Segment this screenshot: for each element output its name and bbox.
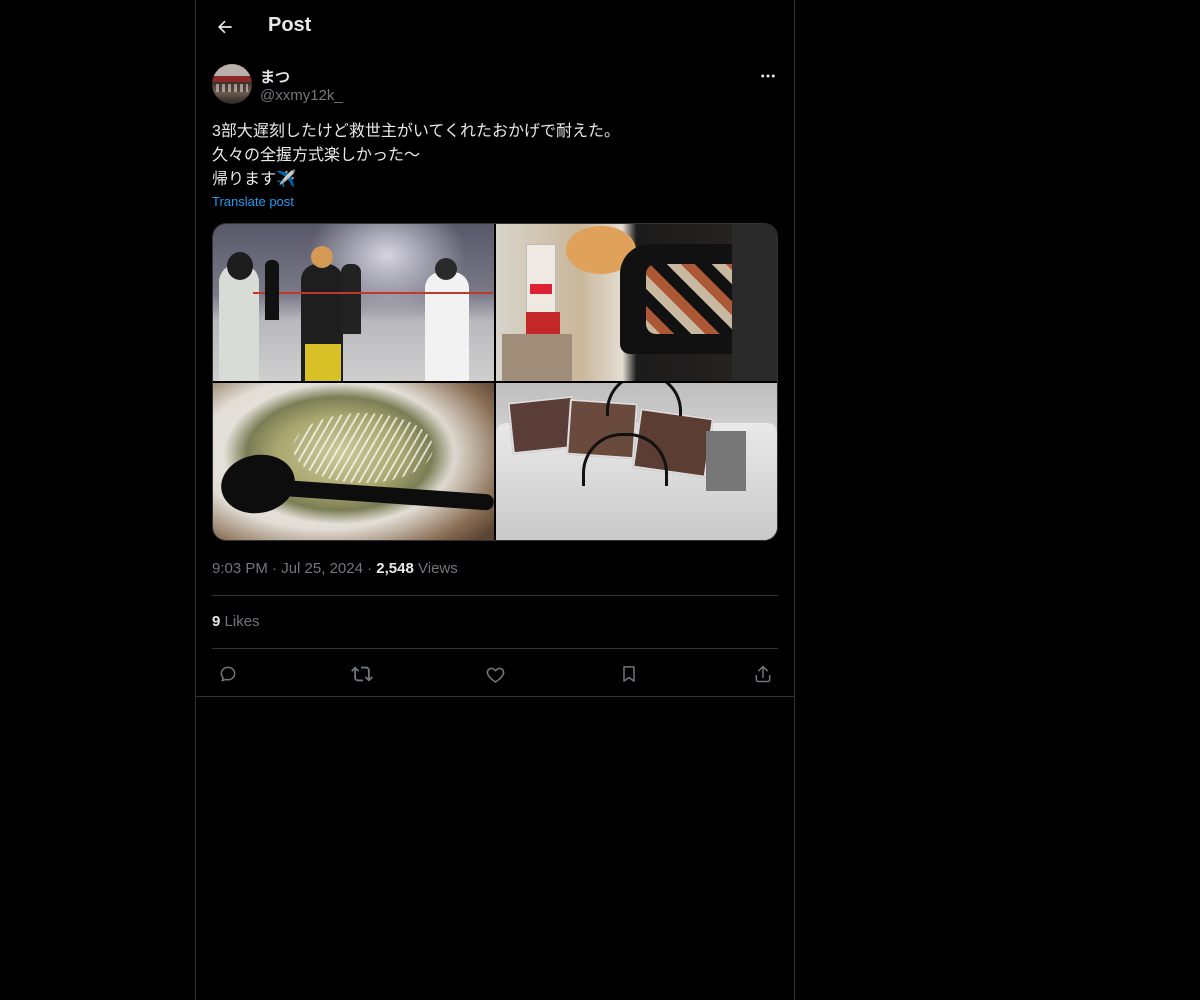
photo-shopping-bag[interactable] [496, 383, 777, 540]
bookmark-icon [619, 664, 639, 684]
likes-label: Likes [224, 613, 260, 630]
likes-count: 9 [212, 613, 221, 630]
arrow-left-icon [215, 17, 235, 37]
post-text-line: 帰ります✈️ [212, 171, 296, 188]
share-icon [753, 664, 773, 684]
views-count: 2,548 [376, 560, 414, 577]
separator-dot: · [272, 560, 278, 577]
share-button[interactable] [751, 662, 775, 686]
divider [212, 648, 778, 649]
page-header: Post [196, 0, 794, 53]
reply-button[interactable] [216, 662, 240, 686]
divider [212, 595, 778, 596]
more-options-button[interactable] [758, 66, 778, 86]
post-date[interactable]: Jul 25, 2024 [281, 560, 363, 577]
author-handle[interactable]: @xxmy12k_ [260, 87, 343, 104]
post-text: 3部大遅刻したけど救世主がいてくれたおかげで耐えた。 久々の全握方式楽しかった〜… [212, 120, 778, 192]
heart-icon [485, 664, 506, 685]
media-grid [212, 223, 778, 541]
post-time[interactable]: 9:03 PM [212, 560, 268, 577]
post-bottom-border [196, 696, 794, 697]
page-title: Post [268, 14, 312, 36]
translate-post-link[interactable]: Translate post [212, 194, 294, 209]
post-column: Post まつ @xxmy12k_ 3部大遅刻したけど救世主がいてくれたおかげで… [195, 0, 795, 1000]
photo-cd-shop[interactable] [496, 224, 777, 381]
views-label: Views [418, 560, 458, 577]
likes-stat[interactable]: 9 Likes [212, 613, 260, 630]
photo-ramen[interactable] [213, 383, 494, 540]
more-horizontal-icon [759, 67, 777, 85]
post-text-line: 3部大遅刻したけど救世主がいてくれたおかげで耐えた。 [212, 123, 620, 140]
post-text-line: 久々の全握方式楽しかった〜 [212, 147, 421, 164]
bookmark-button[interactable] [617, 662, 641, 686]
action-bar [196, 656, 794, 690]
back-button[interactable] [208, 10, 242, 44]
repost-button[interactable] [350, 662, 374, 686]
like-button[interactable] [483, 662, 507, 686]
repost-icon [351, 663, 373, 685]
separator-dot: · [367, 560, 373, 577]
reply-icon [218, 664, 238, 684]
author-display-name[interactable]: まつ [260, 66, 290, 87]
photo-event-queue[interactable] [213, 224, 494, 381]
post-timestamp: 9:03 PM · Jul 25, 2024 · 2,548 Views [212, 560, 458, 577]
avatar[interactable] [212, 64, 252, 104]
